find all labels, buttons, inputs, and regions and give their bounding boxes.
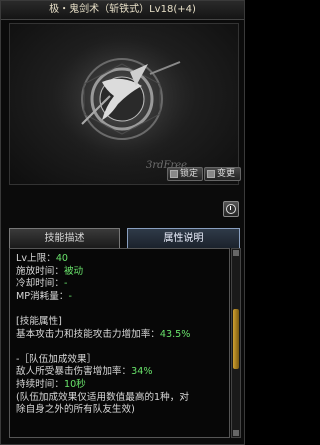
content-line: MP消耗量：- (16, 291, 226, 304)
skill-preview: 3rdFree (9, 23, 239, 185)
content-line: Lv上限：40 (16, 253, 226, 266)
sword-emblem-icon (52, 29, 192, 169)
content-line (16, 303, 226, 316)
line-value: 10秒 (63, 378, 86, 390)
lock-button[interactable]: 锁定 (167, 167, 203, 181)
scroll-thumb[interactable] (233, 309, 239, 369)
scroll-up-icon[interactable] (233, 250, 239, 256)
content-line (16, 341, 226, 354)
swap-label: 变更 (217, 169, 236, 179)
line-value: 40 (55, 253, 69, 264)
line-label: 基本攻击力和技能攻击力增加率： (16, 328, 160, 340)
content-line: 冷却时间：- (16, 278, 226, 291)
lock-label: 锁定 (180, 169, 199, 179)
content-line: 除自身之外的所有队友生效) (16, 404, 226, 417)
line-label: (队伍加成效果仅适用数值最高的1种，对 (16, 391, 189, 403)
tab-attribute-description[interactable]: 属性说明 (127, 228, 240, 248)
line-label: 冷却时间： (16, 278, 64, 290)
tab-bar: 技能描述 属性说明 (9, 228, 240, 248)
skill-tooltip-panel: 极・鬼剑术（斩铁式）Lv18(+4) 3rdFree 锁定 变更 技能描述 属性… (0, 0, 245, 445)
line-value: 43.5% (159, 328, 191, 340)
line-value: - (68, 290, 72, 302)
line-label: MP消耗量： (16, 290, 69, 302)
section-heading: -［队伍加成效果］ (16, 353, 97, 365)
content-line: -［队伍加成效果］ (16, 354, 226, 367)
content-line: 持续时间：10秒 (16, 379, 226, 392)
line-label: 持续时间： (16, 378, 64, 390)
content-line: (队伍加成效果仅适用数值最高的1种，对 (16, 392, 226, 405)
clock-icon (226, 204, 236, 214)
content-line: 敌人所受暴击伤害增加率：34% (16, 366, 226, 379)
line-label: Lv上限： (16, 253, 56, 264)
swap-button[interactable]: 变更 (204, 167, 241, 181)
line-value: 34% (131, 366, 153, 378)
line-value: 被动 (63, 265, 84, 277)
content-line: 基本攻击力和技能攻击力增加率：43.5% (16, 329, 226, 342)
content-line: 施放时间：被动 (16, 266, 226, 279)
swap-icon (207, 170, 215, 178)
content-scrollbar[interactable] (231, 248, 241, 438)
clock-button[interactable] (223, 201, 239, 217)
line-label: 敌人所受暴击伤害增加率： (16, 366, 132, 378)
line-label: 除自身之外的所有队友生效) (16, 404, 135, 416)
line-label: 施放时间： (16, 265, 64, 277)
line-value: - (63, 278, 68, 290)
scroll-down-icon[interactable] (233, 430, 239, 436)
attribute-content: Lv上限：40 施放时间：被动 冷却时间：- MP消耗量：- [技能属性] 基本… (9, 248, 230, 438)
skill-title: 极・鬼剑术（斩铁式）Lv18(+4) (1, 1, 244, 20)
content-line: [技能属性] (16, 316, 226, 329)
section-heading: [技能属性] (16, 315, 62, 327)
lock-icon (170, 170, 178, 178)
tab-skill-description[interactable]: 技能描述 (9, 228, 120, 248)
